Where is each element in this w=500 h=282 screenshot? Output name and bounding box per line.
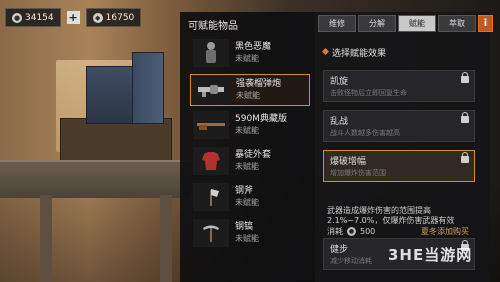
currency-bar: ● 34154 + ◆ 16750 [5,8,142,27]
lock-icon [461,152,469,163]
gem-amount: 16750 [105,12,135,23]
list-item[interactable]: 黑色恶魔 未赋能 [190,38,308,68]
coin-icon: ● [347,227,356,236]
gem-counter: ◆ 16750 [85,8,142,27]
panel-title: 可赋能物品 [188,21,238,32]
tab-extract[interactable]: 萃取 [438,15,476,32]
effect-option[interactable]: 凯旋 击败怪物后立即回复生命 [323,70,475,102]
workbench [0,160,190,198]
effect-option-selected[interactable]: 爆破增幅 增加爆炸伤害范围 [323,150,475,182]
item-name: 黑色恶魔 [235,42,272,52]
effect-desc: 减少移动消耗 [330,257,372,265]
effect-name: 爆破增幅 [330,157,367,167]
effect-name: 健步 [330,245,349,255]
effect-desc: 击败怪物后立即回复生命 [330,89,407,97]
item-name: 强袭榴弹炮 [236,79,282,89]
grenade-launcher-icon [194,76,230,104]
tab-enchant[interactable]: 赋能 [398,15,436,32]
item-name: 590M典藏版 [235,114,287,124]
item-status: 未赋能 [236,91,260,100]
cost-value: 500 [360,227,376,236]
gem-icon: ◆ [92,12,103,23]
tab-bar: 维修 分解 赋能 萃取 [318,15,476,32]
section-title: 选择赋能效果 [332,49,387,59]
effect-detail: 武器造成爆炸伤害的范围提高2.1%~7.0%，仅爆炸伤害武器有效 [327,206,455,225]
item-status: 未赋能 [235,234,259,243]
info-button[interactable]: i [478,15,493,32]
site-watermark: 3HE当游网 [388,246,473,264]
effect-option[interactable]: 乱战 战斗人数越多伤害越高 [323,110,475,142]
item-name: 暴徒外套 [235,150,272,160]
list-item[interactable]: 钢斧 未赋能 [190,182,308,212]
cost-label: 消耗 [327,227,343,236]
add-currency-button[interactable]: + [66,11,80,24]
list-item[interactable]: 钢镐 未赋能 [190,218,308,248]
item-status: 未赋能 [235,198,259,207]
tab-disassemble[interactable]: 分解 [358,15,396,32]
effect-name: 乱战 [330,117,349,127]
effect-desc: 增加爆炸伤害范围 [330,169,386,177]
character-icon [193,39,229,67]
enchant-panel: 维修 分解 赋能 萃取 i 选择赋能效果 凯旋 击败怪物后立即回复生命 乱战 战… [315,12,493,282]
coin-icon: ● [12,12,22,23]
workbench-leg [40,195,52,282]
item-name: 钢斧 [235,186,254,196]
lock-icon [461,112,469,123]
workbench-leg [160,195,172,282]
item-status: 未赋能 [235,162,259,171]
shotgun-icon [193,111,229,139]
section-marker-icon [321,47,330,56]
lock-icon [461,72,469,83]
tab-repair[interactable]: 维修 [318,15,356,32]
list-item[interactable]: 590M典藏版 未赋能 [190,110,308,140]
list-item[interactable]: 暴徒外套 未赋能 [190,146,308,176]
item-status: 未赋能 [235,126,259,135]
effect-desc: 战斗人数越多伤害越高 [330,129,400,137]
jacket-icon [193,147,229,175]
cost-row: 消耗 ● 500 [327,226,375,237]
coin-amount: 34154 [25,12,54,23]
item-name: 钢镐 [235,222,254,232]
effect-name: 凯旋 [330,77,349,87]
enchantable-items-panel: 可赋能物品 黑色恶魔 未赋能 强袭榴弹炮 未赋能 590M典藏版 未赋能 暴徒外… [180,12,315,282]
axe-icon [193,183,229,211]
purchase-hint[interactable]: 夏冬添加购买 [421,226,469,237]
item-status: 未赋能 [235,54,259,63]
coin-counter: ● 34154 [5,8,61,27]
machine-head [132,52,164,124]
pickaxe-icon [193,219,229,247]
list-item-selected[interactable]: 强袭榴弹炮 未赋能 [190,74,310,106]
